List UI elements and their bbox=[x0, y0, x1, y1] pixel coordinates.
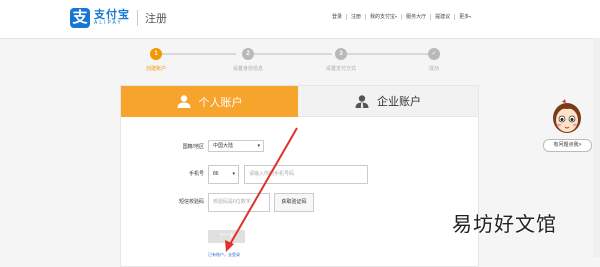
watermark-text: 易坊好文馆 bbox=[452, 212, 557, 236]
scrollbar[interactable] bbox=[593, 38, 600, 257]
cartoon-girl-icon bbox=[553, 99, 581, 133]
help-button[interactable]: 有问题点我> bbox=[543, 139, 592, 152]
